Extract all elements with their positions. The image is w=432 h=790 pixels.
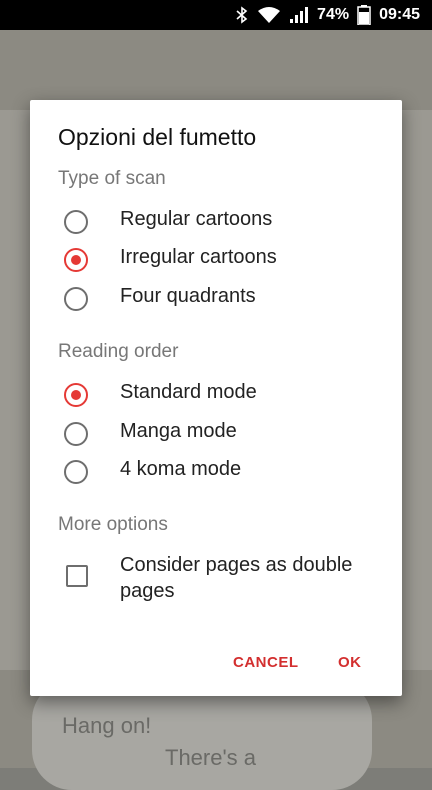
radio-label: 4 koma mode <box>120 458 242 480</box>
radio-button-selected[interactable] <box>64 248 88 272</box>
bubble-text-2: There's a <box>165 745 257 770</box>
radio-button[interactable] <box>64 287 88 311</box>
radio-option-four-quadrants[interactable]: Four quadrants <box>30 280 402 318</box>
double-pages-checkbox[interactable] <box>66 565 88 587</box>
section-title-scan: Type of scan <box>58 168 166 189</box>
dialog-title: Opzioni del fumetto <box>58 124 257 150</box>
section-title-more-options: More options <box>58 514 168 535</box>
radio-button-selected[interactable] <box>64 383 88 407</box>
battery-percent: 74% <box>317 6 350 23</box>
signal-icon <box>290 7 309 23</box>
radio-label: Irregular cartoons <box>120 246 277 268</box>
comic-options-dialog: Opzioni del fumetto Type of scan Regular… <box>30 100 402 696</box>
radio-option-regular-cartoons[interactable]: Regular cartoons <box>30 203 402 241</box>
battery-icon <box>357 5 371 25</box>
radio-option-irregular-cartoons[interactable]: Irregular cartoons <box>30 241 402 279</box>
radio-label: Standard mode <box>120 381 257 403</box>
wifi-icon <box>258 7 281 23</box>
radio-label: Four quadrants <box>120 285 256 307</box>
bluetooth-icon <box>236 6 248 24</box>
radio-option-4-koma-mode[interactable]: 4 koma mode <box>30 453 402 491</box>
status-bar: 74% 09:45 <box>0 0 432 30</box>
radio-option-manga-mode[interactable]: Manga mode <box>30 415 402 453</box>
radio-label: Manga mode <box>120 420 237 442</box>
section-title-reading-order: Reading order <box>58 341 179 362</box>
status-icons: 74% 09:45 <box>235 0 420 30</box>
radio-button[interactable] <box>64 210 88 234</box>
checkbox-label: Consider pages as double pages <box>120 554 353 602</box>
bubble-text-1: Hang on! <box>62 713 152 738</box>
checkbox-double-pages-row[interactable]: Consider pages as double pages <box>30 549 402 609</box>
cancel-button[interactable]: CANCEL <box>233 654 299 671</box>
ok-button[interactable]: OK <box>338 654 362 671</box>
clock: 09:45 <box>379 6 420 23</box>
radio-option-standard-mode[interactable]: Standard mode <box>30 376 402 414</box>
radio-button[interactable] <box>64 460 88 484</box>
radio-button[interactable] <box>64 422 88 446</box>
radio-label: Regular cartoons <box>120 208 273 230</box>
